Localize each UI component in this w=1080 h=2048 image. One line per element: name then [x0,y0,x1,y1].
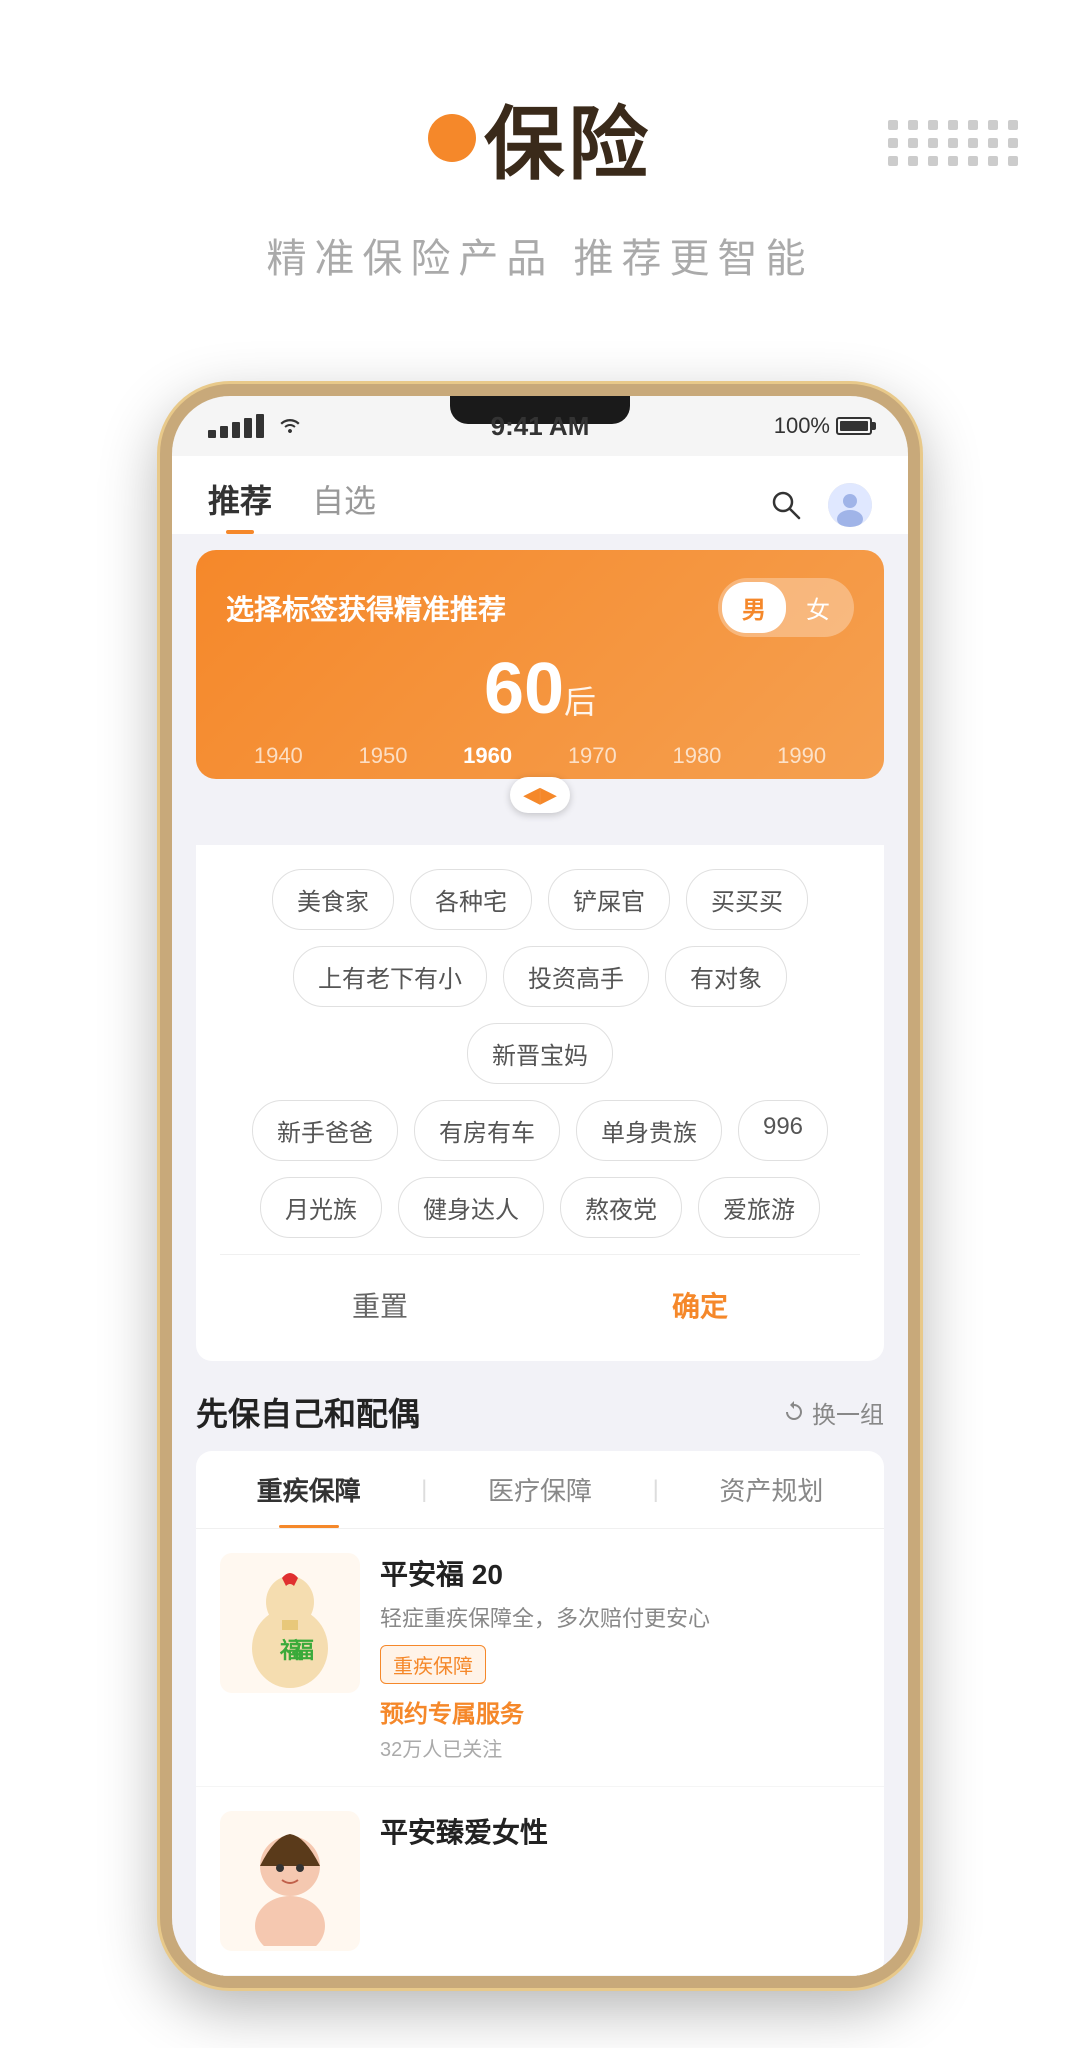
product-name-2: 平安臻爱女性 [380,1811,860,1851]
phone-frame: 9:41 AM 100% 推荐 自选 [160,384,920,1988]
year-1970: 1970 [568,743,617,769]
section-header: 先保自己和配偶 换一组 [172,1361,908,1451]
dots-decoration [888,120,1020,166]
svg-text:福: 福 [291,1638,314,1663]
brand-subtitle: 精准保险产品 推荐更智能 [0,226,1080,284]
battery-icon [836,417,872,435]
gender-male-btn[interactable]: 男 [722,582,786,633]
tab-asset[interactable]: 资产规划 [659,1451,884,1528]
refresh-icon [782,1400,806,1424]
tag-nightowl[interactable]: 熬夜党 [560,1177,682,1238]
slider-arrows-icon: ◀▶ [523,782,557,808]
action-row: 重置 确定 [220,1254,860,1345]
search-icon[interactable] [764,483,808,527]
avatar[interactable] [828,483,872,527]
tag-single[interactable]: 单身贵族 [576,1100,722,1161]
tag-homeowner[interactable]: 有房有车 [414,1100,560,1161]
product-link-1[interactable]: 预约专属服务 [380,1694,860,1729]
tag-homebody[interactable]: 各种宅 [410,869,532,930]
product-image-female [230,1816,350,1946]
banner-card: 选择标签获得精准推荐 男 女 60后 1940 1950 1960 1970 [196,550,884,779]
tag-newmom[interactable]: 新晋宝妈 [467,1023,613,1084]
product-tabs: 重疾保障 | 医疗保障 | 资产规划 [196,1451,884,1529]
tag-gourmet[interactable]: 美食家 [272,869,394,930]
year-1950: 1950 [359,743,408,769]
signal-area [208,413,302,439]
product-list: 福 福 平安福 20 轻症重疾保障全，多次赔付更安心 重疾保障 预约专属服务 3… [196,1529,884,1976]
tag-family[interactable]: 上有老下有小 [293,946,487,1007]
product-desc-1: 轻症重疾保障全，多次赔付更安心 [380,1601,860,1633]
age-number: 60 [484,649,564,729]
wifi-icon [278,413,302,439]
slider-handle[interactable]: ◀▶ [510,777,570,813]
product-item: 福 福 平安福 20 轻症重疾保障全，多次赔付更安心 重疾保障 预约专属服务 3… [196,1529,884,1787]
tab-medical[interactable]: 医疗保障 [427,1451,652,1528]
app-content: 推荐 自选 [172,456,908,1976]
brand-text: 保险 [484,80,652,196]
brand-title: 保险 [428,80,652,196]
product-followers-1: 32万人已关注 [380,1733,860,1762]
tag-couple[interactable]: 有对象 [665,946,787,1007]
battery-percent: 100% [774,413,830,439]
year-1940: 1940 [254,743,303,769]
tag-fitness[interactable]: 健身达人 [398,1177,544,1238]
confirm-button[interactable]: 确定 [612,1275,788,1335]
product-badge-1: 重疾保障 [380,1645,486,1684]
change-group-label: 换一组 [812,1395,884,1430]
tags-row-1: 美食家 各种宅 铲屎官 买买买 [220,869,860,930]
tag-traveler[interactable]: 爱旅游 [698,1177,820,1238]
top-area: 保险 精准保险产品 推荐更智能 [0,0,1080,354]
year-1960: 1960 [463,743,512,769]
gender-toggle[interactable]: 男 女 [718,578,854,637]
tag-shopper[interactable]: 买买买 [686,869,808,930]
reset-button[interactable]: 重置 [292,1275,468,1335]
nav-left: 推荐 自选 [208,476,376,534]
tags-row-4: 月光族 健身达人 熬夜党 爱旅游 [220,1177,860,1238]
year-1990: 1990 [777,743,826,769]
tag-spender[interactable]: 月光族 [260,1177,382,1238]
age-display: 60后 [226,653,854,725]
tab-recommend[interactable]: 推荐 [208,476,272,534]
product-info-1: 平安福 20 轻症重疾保障全，多次赔付更安心 重疾保障 预约专属服务 32万人已… [380,1553,860,1762]
nav-tabs: 推荐 自选 [172,456,908,534]
phone-wrapper: 9:41 AM 100% 推荐 自选 [0,354,1080,2048]
year-1980: 1980 [672,743,721,769]
nav-right [764,483,872,527]
signal-dots [208,414,264,438]
banner-header: 选择标签获得精准推荐 男 女 [226,578,854,637]
tags-row-3: 新手爸爸 有房有车 单身贵族 996 [220,1100,860,1161]
tab-custom[interactable]: 自选 [312,476,376,534]
change-group-button[interactable]: 换一组 [782,1395,884,1430]
tags-section: 美食家 各种宅 铲屎官 买买买 上有老下有小 投资高手 有对象 新晋宝妈 新手爸… [196,845,884,1361]
tag-investor[interactable]: 投资高手 [503,946,649,1007]
tag-petowner[interactable]: 铲屎官 [548,869,670,930]
banner-section: 选择标签获得精准推荐 男 女 60后 1940 1950 1960 1970 [172,534,908,845]
tab-critical-illness[interactable]: 重疾保障 [196,1451,421,1528]
brand-dot-icon [428,114,476,162]
section-title: 先保自己和配偶 [196,1389,420,1435]
product-name-1: 平安福 20 [380,1553,860,1593]
battery-area: 100% [774,413,872,439]
product-item-2: 平安臻爱女性 [196,1787,884,1976]
year-ruler: 1940 1950 1960 1970 1980 1990 [226,733,854,779]
tag-newdad[interactable]: 新手爸爸 [252,1100,398,1161]
status-bar: 9:41 AM 100% [172,396,908,456]
battery-fill [840,421,868,431]
age-suffix: 后 [564,684,596,720]
gender-female-btn[interactable]: 女 [786,582,850,633]
product-image-1: 福 福 [220,1553,360,1693]
status-time: 9:41 AM [491,411,590,442]
product-tab-bar: 重疾保障 | 医疗保障 | 资产规划 [196,1451,884,1529]
product-info-2: 平安臻爱女性 [380,1811,860,1951]
banner-title: 选择标签获得精准推荐 [226,588,506,628]
tag-996[interactable]: 996 [738,1100,828,1161]
product-image-2 [220,1811,360,1951]
tags-row-2: 上有老下有小 投资高手 有对象 新晋宝妈 [220,946,860,1084]
product-image-gourd: 福 福 [230,1558,350,1688]
